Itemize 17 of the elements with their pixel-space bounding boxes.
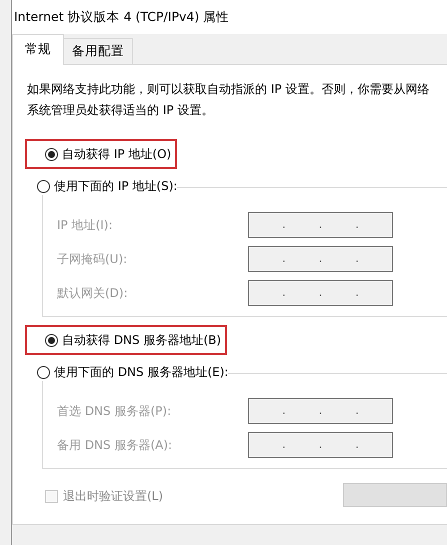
- field-label: IP 地址(I):: [57, 217, 113, 234]
- radio-button[interactable]: [37, 366, 50, 378]
- field-label: 首选 DNS 服务器(P):: [57, 403, 172, 420]
- tab[interactable]: 备用配置: [63, 38, 133, 64]
- field-label: 默认网关(D):: [57, 285, 128, 302]
- radio-button[interactable]: [37, 180, 50, 192]
- field-label: 子网掩码(U):: [57, 251, 128, 268]
- radio-label[interactable]: 使用下面的 DNS 服务器地址(E):: [54, 363, 228, 381]
- window-title: Internet 协议版本 4 (TCP/IPv4) 属性: [14, 8, 230, 26]
- radio-button[interactable]: [45, 334, 58, 346]
- radio-label[interactable]: 使用下面的 IP 地址(S):: [54, 177, 178, 195]
- radio-label[interactable]: 自动获得 IP 地址(O): [62, 145, 172, 163]
- description-text: 如果网络支持此功能，则可以获取自动指派的 IP 设置。否则，你需要从网络系统管理员处获得适当的 IP 设置。: [27, 81, 430, 119]
- radio-button[interactable]: [45, 148, 58, 160]
- tab[interactable]: 常规: [12, 34, 64, 65]
- field-label: 备用 DNS 服务器(A):: [57, 437, 172, 454]
- radio-label[interactable]: 自动获得 DNS 服务器地址(B): [62, 331, 222, 349]
